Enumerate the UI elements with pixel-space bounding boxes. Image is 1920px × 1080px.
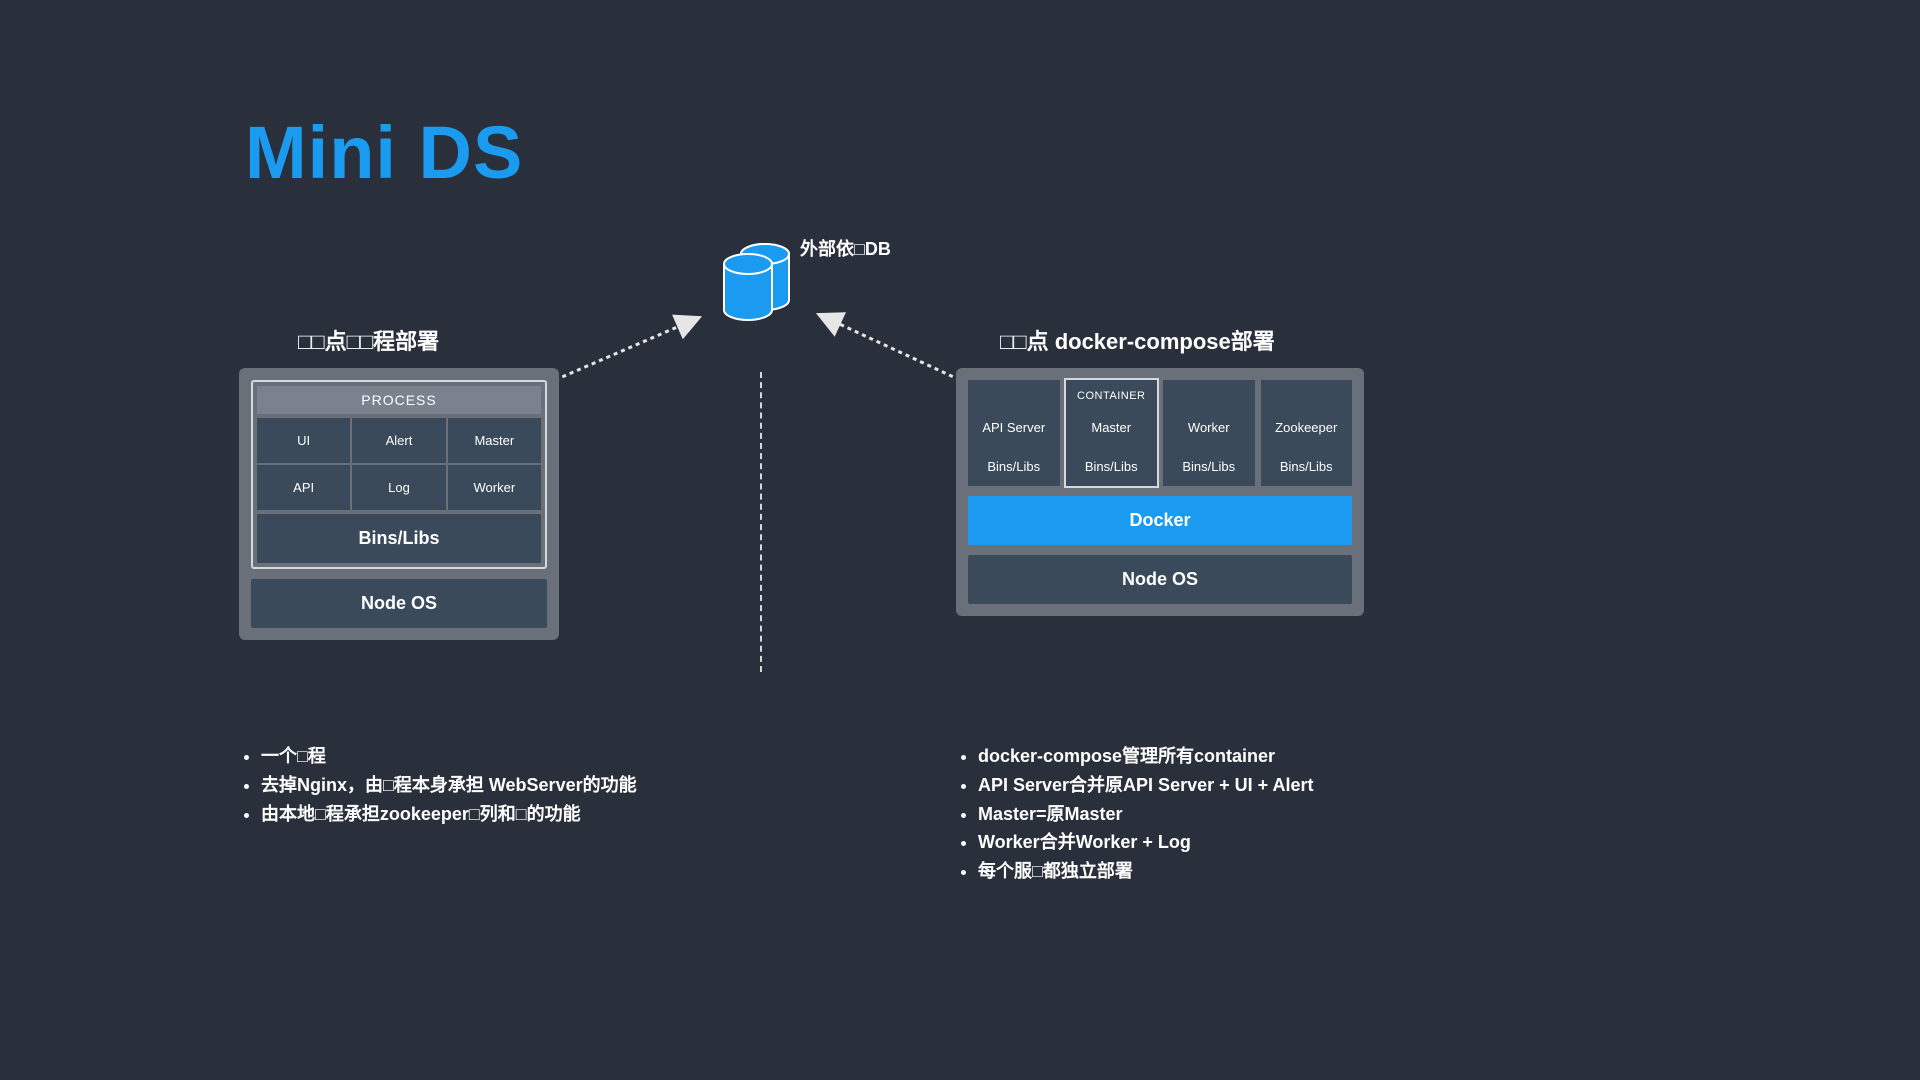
- container-name: Master: [1066, 408, 1158, 447]
- left-heading: □□点□□程部署: [298, 324, 439, 356]
- container-label: CONTAINER: [1066, 390, 1158, 404]
- container-label-spacer: [968, 390, 1060, 404]
- bullet-item: Master=原Master: [978, 800, 1313, 829]
- node-os-bar: Node OS: [251, 579, 547, 628]
- docker-bar: Docker: [968, 496, 1352, 545]
- bullet-item: 去掉Nginx，由□程本身承担 WebServer的功能: [261, 771, 637, 800]
- database-icon: [710, 238, 805, 338]
- bins-libs-bar: Bins/Libs: [257, 514, 541, 563]
- container-name: API Server: [968, 408, 1060, 447]
- container-bins: Bins/Libs: [1163, 447, 1255, 478]
- bullet-item: 由本地□程承担zookeeper□列和□的功能: [261, 800, 637, 829]
- vertical-divider: [760, 372, 762, 672]
- container-bins: Bins/Libs: [1066, 447, 1158, 478]
- container-bins: Bins/Libs: [968, 447, 1060, 478]
- container-label-spacer: [1261, 390, 1353, 404]
- container-name: Zookeeper: [1261, 408, 1353, 447]
- process-cell: API: [257, 465, 350, 510]
- container-col: Worker Bins/Libs: [1163, 380, 1255, 486]
- right-bullets: docker-compose管理所有container API Server合并…: [956, 742, 1313, 886]
- process-grid: UI Alert Master API Log Worker: [257, 418, 541, 510]
- process-cell: Alert: [352, 418, 445, 463]
- node-os-bar: Node OS: [968, 555, 1352, 604]
- container-col: Zookeeper Bins/Libs: [1261, 380, 1353, 486]
- bullet-item: 每个服□都独立部署: [978, 857, 1313, 886]
- right-architecture-card: API Server Bins/Libs CONTAINER Master Bi…: [956, 368, 1364, 616]
- bullet-item: 一个□程: [261, 742, 637, 771]
- left-bullets: 一个□程 去掉Nginx，由□程本身承担 WebServer的功能 由本地□程承…: [239, 742, 637, 828]
- database-label: 外部依□DB: [800, 235, 891, 261]
- bullet-item: docker-compose管理所有container: [978, 742, 1313, 771]
- process-frame: PROCESS UI Alert Master API Log Worker B…: [251, 380, 547, 569]
- process-cell: Log: [352, 465, 445, 510]
- container-row: API Server Bins/Libs CONTAINER Master Bi…: [968, 380, 1352, 486]
- container-bins: Bins/Libs: [1261, 447, 1353, 478]
- process-cell: Master: [448, 418, 541, 463]
- container-col-highlight: CONTAINER Master Bins/Libs: [1066, 380, 1158, 486]
- slide-title: Mini DS: [245, 110, 523, 195]
- container-label-spacer: [1163, 390, 1255, 404]
- container-col: API Server Bins/Libs: [968, 380, 1060, 486]
- bullet-item: Worker合并Worker + Log: [978, 828, 1313, 857]
- container-name: Worker: [1163, 408, 1255, 447]
- bullet-item: API Server合并原API Server + UI + Alert: [978, 771, 1313, 800]
- process-cell: Worker: [448, 465, 541, 510]
- left-architecture-card: PROCESS UI Alert Master API Log Worker B…: [239, 368, 559, 640]
- process-header: PROCESS: [257, 386, 541, 414]
- right-heading: □□点 docker-compose部署: [1000, 324, 1275, 356]
- process-cell: UI: [257, 418, 350, 463]
